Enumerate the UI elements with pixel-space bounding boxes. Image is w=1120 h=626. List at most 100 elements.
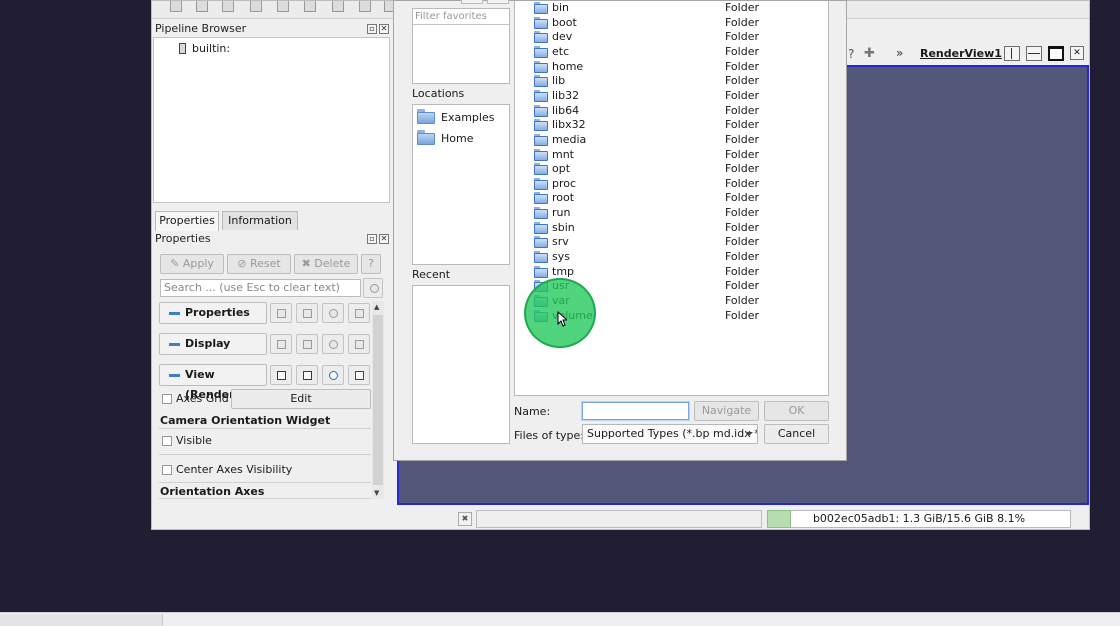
maximize-icon[interactable] <box>1048 46 1064 61</box>
save-defaults-button[interactable] <box>348 303 370 323</box>
taskbar-slot[interactable] <box>0 614 163 626</box>
cone-source-icon[interactable] <box>275 1 291 13</box>
recent-list[interactable] <box>412 285 510 444</box>
save-defaults-button[interactable] <box>348 334 370 354</box>
grid-filter-icon[interactable] <box>168 1 184 13</box>
file-row-mnt[interactable]: mnt Folder <box>515 148 828 163</box>
copy-button[interactable] <box>270 365 292 385</box>
file-name: sbin <box>552 220 575 234</box>
box-source-icon[interactable] <box>220 1 236 13</box>
axes-grid-edit-button[interactable]: Edit <box>231 389 371 409</box>
dialog-toolbar-button[interactable] <box>461 0 483 4</box>
folder-icon <box>534 16 548 29</box>
file-row-etc[interactable]: etc Folder <box>515 45 828 60</box>
section-properties[interactable]: Properties <box>159 302 267 324</box>
file-type-select[interactable]: Supported Types (*.bp md.idx *. <box>582 424 758 444</box>
cylinder-source-icon[interactable] <box>248 1 264 13</box>
file-name: boot <box>552 15 577 29</box>
sphere-source-icon[interactable] <box>194 1 210 13</box>
name-label: Name: <box>514 405 551 418</box>
restore-defaults-button[interactable] <box>322 303 344 323</box>
file-type: Folder <box>725 103 759 117</box>
file-row-run[interactable]: run Folder <box>515 206 828 221</box>
properties-search-input[interactable]: Search ... (use Esc to clear text) <box>160 279 361 297</box>
file-row-lib64[interactable]: lib64 Folder <box>515 104 828 119</box>
file-row-srv[interactable]: srv Folder <box>515 235 828 250</box>
copy-button[interactable] <box>270 334 292 354</box>
file-name: bin <box>552 1 570 14</box>
restore-defaults-button[interactable] <box>322 365 344 385</box>
apply-button[interactable]: ✎ Apply <box>160 254 224 274</box>
scroll-down-icon[interactable]: ▼ <box>374 489 379 497</box>
advanced-settings-button[interactable] <box>363 278 383 298</box>
file-row-libx32[interactable]: libx32 Folder <box>515 118 828 133</box>
save-defaults-button[interactable] <box>348 365 370 385</box>
scroll-up-icon[interactable]: ▲ <box>374 303 379 311</box>
filter-favorites-input[interactable]: Filter favorites <box>413 9 509 25</box>
file-row-root[interactable]: root Folder <box>515 191 828 206</box>
apply-icon: ✎ <box>170 257 183 270</box>
folder-icon <box>534 221 548 234</box>
undock-icon[interactable]: ▫ <box>367 24 377 34</box>
delete-button[interactable]: ✖ Delete <box>294 254 358 274</box>
properties-scroll-thumb[interactable] <box>373 315 383 485</box>
ok-button[interactable]: OK <box>764 401 829 421</box>
tab-information[interactable]: Information <box>222 211 298 230</box>
file-row-dev[interactable]: dev Folder <box>515 30 828 45</box>
line-source-icon[interactable] <box>357 1 373 13</box>
file-row-proc[interactable]: proc Folder <box>515 177 828 192</box>
section-display[interactable]: Display <box>159 333 267 355</box>
cancel-button[interactable]: Cancel <box>764 424 829 444</box>
paste-button[interactable] <box>296 334 318 354</box>
file-row-boot[interactable]: boot Folder <box>515 16 828 31</box>
file-row-home[interactable]: home Folder <box>515 60 828 75</box>
location-item-examples[interactable]: Examples <box>417 108 507 126</box>
close-view-icon[interactable]: ✕ <box>1070 46 1084 60</box>
file-row-opt[interactable]: opt Folder <box>515 162 828 177</box>
axes-grid-checkbox[interactable] <box>162 394 172 404</box>
refresh-icon <box>329 309 338 318</box>
divider <box>159 428 371 429</box>
pipeline-item-builtin[interactable]: builtin: <box>192 42 230 55</box>
location-item-home[interactable]: Home <box>417 129 507 147</box>
center-axes-visibility-checkbox[interactable] <box>162 465 172 475</box>
file-name: home <box>552 59 584 73</box>
plane-source-icon[interactable] <box>302 1 318 13</box>
undock-icon[interactable]: ▫ <box>367 234 377 244</box>
disk-source-icon[interactable] <box>330 1 346 13</box>
filename-input[interactable] <box>582 402 689 420</box>
help-icon[interactable]: ? <box>848 47 854 61</box>
split-vertical-icon[interactable] <box>1026 46 1042 61</box>
more-icon[interactable]: » <box>896 46 903 60</box>
restore-defaults-button[interactable] <box>322 334 344 354</box>
file-row-lib[interactable]: lib Folder <box>515 74 828 89</box>
close-icon[interactable]: ✕ <box>379 24 389 34</box>
file-name: proc <box>552 176 577 190</box>
file-name: libx32 <box>552 118 586 132</box>
paste-button[interactable] <box>296 365 318 385</box>
file-row-sbin[interactable]: sbin Folder <box>515 221 828 236</box>
copy-icon <box>277 340 286 349</box>
reset-button[interactable]: ⊘ Reset <box>227 254 291 274</box>
paste-button[interactable] <box>296 303 318 323</box>
copy-button[interactable] <box>270 303 292 323</box>
dialog-toolbar-button[interactable] <box>487 0 509 4</box>
close-icon[interactable]: ✕ <box>379 234 389 244</box>
navigate-button[interactable]: Navigate <box>694 401 759 421</box>
visible-checkbox[interactable] <box>162 436 172 446</box>
file-row-sys[interactable]: sys Folder <box>515 250 828 265</box>
section-view-render[interactable]: View (Render <box>159 364 267 401</box>
close-progress-icon[interactable]: ✖ <box>458 512 472 526</box>
help-button[interactable]: ? <box>361 254 381 274</box>
pipeline-tree[interactable]: builtin: <box>153 37 390 203</box>
split-horizontal-icon[interactable] <box>1004 46 1020 61</box>
folder-icon <box>534 104 548 117</box>
file-row-lib32[interactable]: lib32 Folder <box>515 89 828 104</box>
render-view-title[interactable]: RenderView1 <box>920 47 1002 60</box>
refresh-icon <box>329 340 338 349</box>
file-row-media[interactable]: media Folder <box>515 133 828 148</box>
favorites-list[interactable]: Filter favorites <box>412 8 510 84</box>
tab-properties[interactable]: Properties <box>155 211 219 231</box>
file-row-bin[interactable]: bin Folder <box>515 1 828 16</box>
plus-icon[interactable]: ✚ <box>864 46 875 61</box>
